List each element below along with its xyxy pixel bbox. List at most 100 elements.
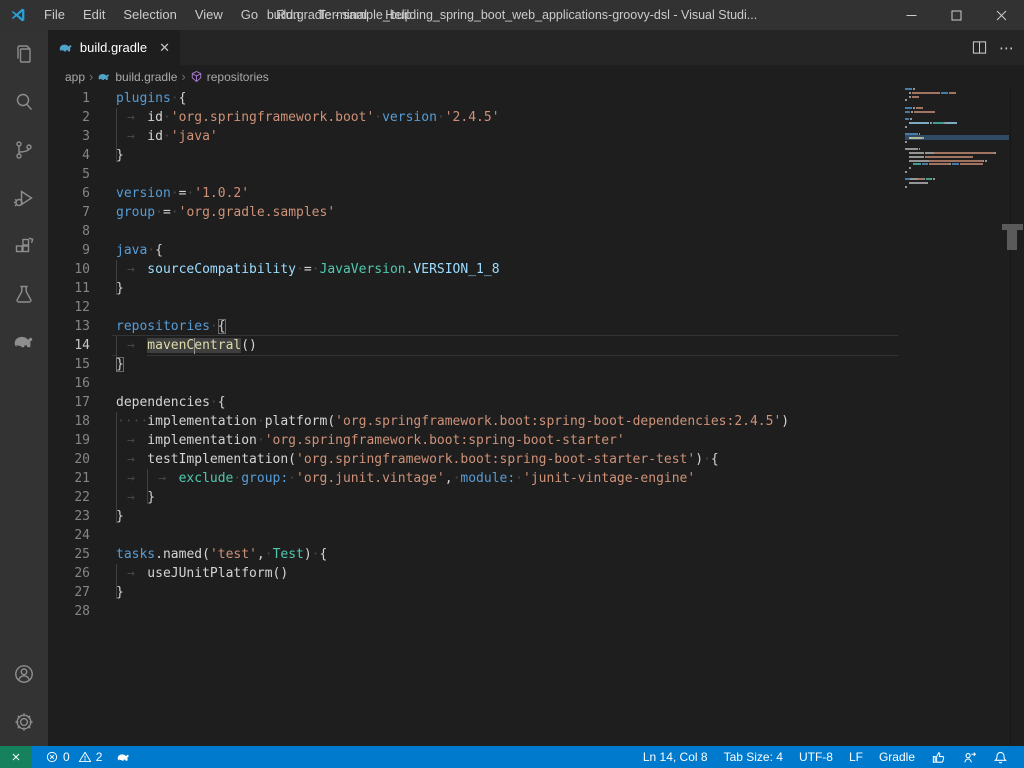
line-number[interactable]: 7: [48, 203, 116, 222]
run-and-debug-icon[interactable]: [0, 174, 48, 222]
encoding[interactable]: UTF-8: [791, 746, 841, 768]
cursor-position[interactable]: Ln 14, Col 8: [635, 746, 716, 768]
line-number[interactable]: 10: [48, 260, 116, 279]
line-number[interactable]: 12: [48, 298, 116, 317]
settings-gear-icon[interactable]: [0, 698, 48, 746]
feedback-icon[interactable]: [954, 746, 985, 768]
line-number[interactable]: 27: [48, 583, 116, 602]
menu-view[interactable]: View: [186, 0, 232, 30]
code-line[interactable]: tasks.named('test',·Test)·{: [116, 545, 894, 564]
code-line[interactable]: →sourceCompatibility·=·JavaVersion.VERSI…: [116, 260, 894, 279]
code-editor[interactable]: 1234567891011121314151617181920212223242…: [48, 88, 1024, 746]
code-line[interactable]: }: [116, 507, 894, 526]
tab-build-gradle[interactable]: build.gradle ✕: [48, 30, 180, 65]
menu-selection[interactable]: Selection: [114, 0, 185, 30]
code-line[interactable]: [116, 602, 894, 621]
scrollbar-marker[interactable]: [1007, 230, 1017, 250]
line-number[interactable]: 25: [48, 545, 116, 564]
more-actions-icon[interactable]: ⋯: [999, 39, 1014, 57]
code-line[interactable]: →id·'java': [116, 127, 894, 146]
split-editor-icon[interactable]: [972, 40, 987, 55]
extensions-icon[interactable]: [0, 222, 48, 270]
line-number-gutter[interactable]: 1234567891011121314151617181920212223242…: [48, 89, 116, 621]
code-line[interactable]: }: [116, 146, 894, 165]
code-line[interactable]: →→exclude·group:·'org.junit.vintage',·mo…: [116, 469, 894, 488]
line-number[interactable]: 20: [48, 450, 116, 469]
line-number[interactable]: 3: [48, 127, 116, 146]
code-line[interactable]: }: [116, 583, 894, 602]
eol-type[interactable]: LF: [841, 746, 871, 768]
code-line[interactable]: →implementation·'org.springframework.boo…: [116, 431, 894, 450]
explorer-icon[interactable]: [0, 30, 48, 78]
code-content[interactable]: plugins·{→id·'org.springframework.boot'·…: [116, 89, 894, 621]
line-number[interactable]: 26: [48, 564, 116, 583]
testing-beaker-icon[interactable]: [0, 270, 48, 318]
line-number[interactable]: 4: [48, 146, 116, 165]
code-line[interactable]: [116, 165, 894, 184]
code-line[interactable]: →}: [116, 488, 894, 507]
code-line[interactable]: [116, 298, 894, 317]
code-token: '1.0.2': [194, 186, 249, 201]
menu-go[interactable]: Go: [232, 0, 267, 30]
code-line[interactable]: [116, 526, 894, 545]
close-button[interactable]: [979, 0, 1024, 30]
code-line[interactable]: }: [116, 279, 894, 298]
line-number[interactable]: 15: [48, 355, 116, 374]
language-mode[interactable]: Gradle: [871, 746, 923, 768]
line-number[interactable]: 14: [48, 336, 116, 355]
activity-bar: [0, 30, 48, 746]
line-number[interactable]: 18: [48, 412, 116, 431]
gradle-icon[interactable]: [0, 318, 48, 366]
line-number[interactable]: 23: [48, 507, 116, 526]
code-line[interactable]: [116, 374, 894, 393]
line-number[interactable]: 13: [48, 317, 116, 336]
breadcrumb-repositories[interactable]: repositories: [190, 70, 269, 84]
tab-close-icon[interactable]: ✕: [159, 41, 170, 54]
code-line[interactable]: version·=·'1.0.2': [116, 184, 894, 203]
line-number[interactable]: 2: [48, 108, 116, 127]
notifications-bell-icon[interactable]: [985, 746, 1016, 768]
line-number[interactable]: 11: [48, 279, 116, 298]
line-number[interactable]: 21: [48, 469, 116, 488]
code-line[interactable]: →testImplementation('org.springframework…: [116, 450, 894, 469]
code-line[interactable]: →useJUnitPlatform(): [116, 564, 894, 583]
code-line[interactable]: →id·'org.springframework.boot'·version·'…: [116, 108, 894, 127]
maximize-button[interactable]: [934, 0, 979, 30]
code-line[interactable]: dependencies·{: [116, 393, 894, 412]
breadcrumb-app[interactable]: app: [65, 70, 85, 84]
line-number[interactable]: 19: [48, 431, 116, 450]
line-number[interactable]: 22: [48, 488, 116, 507]
minimize-button[interactable]: [889, 0, 934, 30]
problems-indicator[interactable]: 0 2: [40, 746, 107, 768]
code-line[interactable]: group·=·'org.gradle.samples': [116, 203, 894, 222]
accounts-icon[interactable]: [0, 650, 48, 698]
code-line[interactable]: java·{: [116, 241, 894, 260]
search-icon[interactable]: [0, 78, 48, 126]
line-number[interactable]: 24: [48, 526, 116, 545]
line-number[interactable]: 16: [48, 374, 116, 393]
line-number[interactable]: 9: [48, 241, 116, 260]
breadcrumb-build-gradle[interactable]: build.gradle: [97, 70, 177, 84]
menu-file[interactable]: File: [35, 0, 74, 30]
tab-size[interactable]: Tab Size: 4: [716, 746, 791, 768]
code-line[interactable]: plugins·{: [116, 89, 894, 108]
menu-edit[interactable]: Edit: [74, 0, 114, 30]
code-token: 'java': [171, 129, 218, 144]
line-number[interactable]: 17: [48, 393, 116, 412]
source-control-icon[interactable]: [0, 126, 48, 174]
remote-indicator[interactable]: [0, 746, 32, 768]
code-line[interactable]: [116, 222, 894, 241]
thumbs-up-icon[interactable]: [923, 746, 954, 768]
minimap[interactable]: [905, 88, 1009, 288]
code-line[interactable]: }: [116, 355, 894, 374]
line-number[interactable]: 1: [48, 89, 116, 108]
line-number[interactable]: 6: [48, 184, 116, 203]
code-token: ·: [171, 91, 179, 106]
gradle-status-icon[interactable]: [111, 746, 136, 768]
line-number[interactable]: 8: [48, 222, 116, 241]
line-number[interactable]: 5: [48, 165, 116, 184]
code-line[interactable]: ····implementation·platform('org.springf…: [116, 412, 894, 431]
code-line[interactable]: →mavenCentral(): [116, 336, 894, 355]
line-number[interactable]: 28: [48, 602, 116, 621]
code-line[interactable]: repositories·{: [116, 317, 894, 336]
